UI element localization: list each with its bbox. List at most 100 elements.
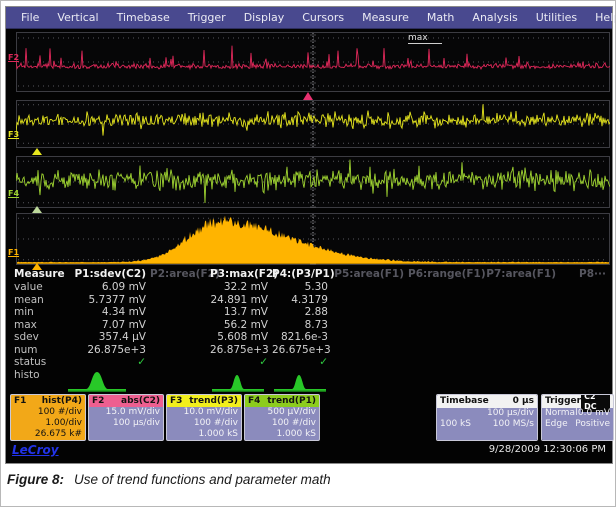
- measure-row-label: value: [10, 281, 66, 294]
- measure-value-cell: [484, 344, 560, 357]
- measure-value-cell: [408, 319, 484, 332]
- waveform-panel-f3[interactable]: [16, 100, 610, 148]
- trace-descriptor-f3[interactable]: F3trend(P3) 10.0 mV/div 100 #/div 1.000 …: [166, 394, 242, 441]
- measure-value-cell: [150, 319, 210, 332]
- f4-zero-marker[interactable]: [32, 206, 42, 213]
- descriptor-title: hist(P4): [42, 395, 82, 407]
- measure-histo-cell: [66, 369, 150, 393]
- menu-trigger[interactable]: Trigger: [179, 11, 235, 24]
- descriptor-line: 1.00/div: [14, 418, 82, 429]
- measure-value-cell: [332, 331, 408, 344]
- waveform-panel-f4[interactable]: [16, 156, 610, 208]
- measure-value-cell: [150, 281, 210, 294]
- figure-caption-label: Figure 8:: [7, 472, 64, 487]
- measure-value-cell: [332, 281, 408, 294]
- measure-value-cell: 26.875e+3: [210, 344, 272, 357]
- waveform-panel-f2[interactable]: max: [16, 32, 610, 92]
- menu-file[interactable]: File: [12, 11, 48, 24]
- descriptor-line: 26.675 k#: [14, 429, 82, 440]
- trace-descriptor-f4[interactable]: F4trend(P1) 500 µV/div 100 #/div 1.000 k…: [244, 394, 320, 441]
- measure-value-cell: [484, 281, 560, 294]
- measure-value-cell: [150, 344, 210, 357]
- measure-value-cell: [484, 356, 560, 369]
- trace-descriptor-f2[interactable]: F2abs(C2) 15.0 mV/div 100 µs/div: [88, 394, 164, 441]
- measure-status-cell: ✓: [272, 356, 332, 369]
- lecroy-logo: LeCroy: [12, 443, 59, 457]
- menu-utilities[interactable]: Utilities: [527, 11, 586, 24]
- measure-value-cell: [332, 294, 408, 307]
- timestamp: 9/28/2009 12:30:06 PM: [489, 444, 606, 455]
- measure-value-cell: [560, 356, 610, 369]
- measure-value-cell: [484, 294, 560, 307]
- measure-column-header: P7:area(F1): [484, 267, 560, 281]
- descriptor-line: 1.000 kS: [248, 429, 316, 440]
- menu-cursors[interactable]: Cursors: [293, 11, 353, 24]
- measure-value-cell: [560, 369, 610, 393]
- max-cursor-annotation: max: [408, 33, 442, 44]
- histogram-panel-f1[interactable]: [16, 213, 610, 265]
- measure-value-cell: [150, 294, 210, 307]
- trace-label-f2[interactable]: F2: [8, 53, 19, 62]
- measure-column-header: P1:sdev(C2): [66, 267, 150, 281]
- menu-timebase[interactable]: Timebase: [108, 11, 179, 24]
- measure-value-cell: 26.875e+3: [66, 344, 150, 357]
- figure-caption: Figure 8: Use of trend functions and para…: [7, 472, 331, 487]
- measure-histicon: [66, 370, 128, 393]
- trace-label-f4[interactable]: F4: [8, 189, 19, 198]
- descriptor-id: F4: [248, 395, 260, 407]
- measure-value-cell: [408, 281, 484, 294]
- trigger-position-marker[interactable]: [303, 92, 313, 100]
- trigger-slope: Positive: [575, 419, 610, 430]
- measure-value-cell: [484, 306, 560, 319]
- descriptor-line: 100 #/div: [248, 418, 316, 429]
- measure-row-label: num: [10, 344, 66, 357]
- measure-value-cell: [332, 369, 408, 393]
- f3-zero-marker[interactable]: [32, 148, 42, 155]
- measure-table-title: Measure: [10, 267, 66, 281]
- trace-label-f1[interactable]: F1: [8, 248, 19, 257]
- measure-histicon: [272, 372, 328, 393]
- oscilloscope-screen: FileVerticalTimebaseTriggerDisplayCursor…: [5, 6, 613, 464]
- timebase-descriptor[interactable]: Timebase0 µs 100 µs/div 100 kS100 MS/s: [436, 394, 538, 441]
- document-page: FileVerticalTimebaseTriggerDisplayCursor…: [0, 0, 616, 507]
- menu-bar: FileVerticalTimebaseTriggerDisplayCursor…: [6, 7, 612, 29]
- measure-value-cell: 24.891 mV: [210, 294, 272, 307]
- measure-column-header: P8···: [560, 267, 610, 281]
- trigger-descriptor[interactable]: TriggerC2 DC Normal0.0 mV EdgePositive: [541, 394, 614, 441]
- measure-value-cell: [408, 344, 484, 357]
- measure-value-cell: [150, 369, 210, 393]
- figure-caption-text: Use of trend functions and parameter mat…: [74, 472, 331, 487]
- menu-vertical[interactable]: Vertical: [48, 11, 107, 24]
- trace-label-f3[interactable]: F3: [8, 130, 19, 139]
- timebase-per-div: 100 µs/div: [487, 408, 534, 419]
- menu-help[interactable]: Help: [586, 11, 616, 24]
- measure-value-cell: 8.73: [272, 319, 332, 332]
- menu-measure[interactable]: Measure: [353, 11, 418, 24]
- measure-row-label: status: [10, 356, 66, 369]
- measure-value-cell: [560, 306, 610, 319]
- descriptor-id: F3: [170, 395, 182, 407]
- measure-value-cell: 5.7377 mV: [66, 294, 150, 307]
- descriptor-line: 100 #/div: [170, 418, 238, 429]
- timebase-samples: 100 kS: [440, 419, 471, 430]
- measure-value-cell: [150, 331, 210, 344]
- measure-column-header: P2:area(F2): [150, 267, 210, 281]
- menu-math[interactable]: Math: [418, 11, 464, 24]
- menu-analysis[interactable]: Analysis: [463, 11, 526, 24]
- measure-value-cell: 6.09 mV: [66, 281, 150, 294]
- measure-value-cell: [332, 356, 408, 369]
- measure-value-cell: 821.6e-3: [272, 331, 332, 344]
- descriptor-line: 100 #/div: [14, 407, 82, 418]
- trace-descriptor-f1[interactable]: F1hist(P4) 100 #/div 1.00/div 26.675 k#: [10, 394, 86, 441]
- measure-value-cell: [408, 294, 484, 307]
- menu-display[interactable]: Display: [235, 11, 294, 24]
- trigger-mode: Normal: [545, 408, 578, 419]
- measure-value-cell: [484, 319, 560, 332]
- measure-value-cell: [560, 331, 610, 344]
- measure-value-cell: 5.30: [272, 281, 332, 294]
- timebase-rate: 100 MS/s: [493, 419, 534, 430]
- measure-value-cell: [560, 344, 610, 357]
- measure-row-label: mean: [10, 294, 66, 307]
- measure-value-cell: 4.3179: [272, 294, 332, 307]
- measure-histicon: [210, 372, 266, 393]
